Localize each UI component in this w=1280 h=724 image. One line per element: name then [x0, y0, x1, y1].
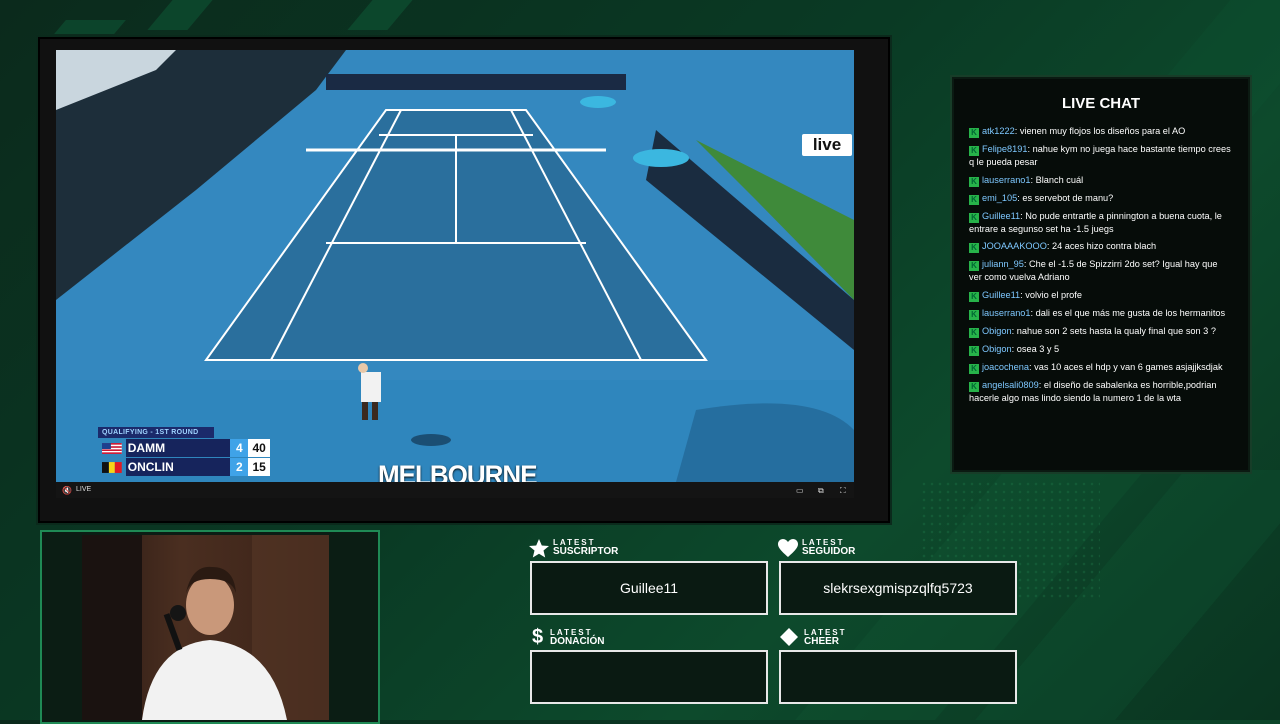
chat-user[interactable]: Guillee11 [982, 211, 1020, 221]
video-controls: 🔇 LIVE ▭ ⧉ ⛶ [56, 482, 854, 498]
chat-message: Katk1222: vienen muy flojos los diseños … [969, 125, 1231, 138]
subscriber-label: LATEST SUSCRIPTOR [553, 538, 618, 557]
chat-message: Klauserrano1: Blanch cuál [969, 174, 1231, 187]
scoreboard-round: QUALIFYING - 1ST ROUND [98, 427, 214, 438]
star-icon [529, 539, 549, 558]
latest-cheer-box [779, 650, 1017, 704]
chat-text: volvio el profe [1025, 289, 1082, 300]
latest-follower-box: slekrsexgmispzqlfq5723 [779, 561, 1017, 615]
chat-message: K Obigon: osea 3 y 5 [969, 343, 1231, 356]
captions-icon[interactable]: ▭ [796, 486, 804, 495]
player-name: DAMM [125, 439, 231, 457]
player-points: 40 [248, 439, 270, 457]
chat-text: vienen muy flojos los diseños para el AO [1019, 126, 1186, 136]
chat-user[interactable]: lauserrano1 [982, 308, 1031, 318]
chat-message: Klauserrano1: dali es el que más me gust… [969, 307, 1231, 320]
chat-text: 24 aces hizo contra blach [1051, 241, 1157, 251]
chat-text: osea 3 y 5 [1016, 343, 1060, 354]
dollar-icon: $ [532, 626, 544, 648]
broadcaster-logo: live [802, 134, 852, 156]
mute-icon[interactable]: 🔇 [62, 486, 72, 495]
chat-user[interactable]: Obigon [982, 344, 1012, 354]
badge-icon: K [969, 381, 979, 392]
belgium-flag-icon [102, 461, 122, 473]
chat-text: nahue son 2 sets hasta la qualy final qu… [1016, 325, 1216, 336]
player-sets: 2 [230, 458, 249, 476]
streamer-figure [82, 535, 329, 720]
badge-icon: K [969, 176, 979, 187]
chat-user[interactable]: juliann_95 [982, 259, 1024, 269]
badge-icon: K [969, 194, 979, 205]
chat-text: Blanch cuál [1035, 174, 1084, 185]
chat-user[interactable]: Guillee11 [982, 290, 1020, 300]
label-type: SEGUIDOR [802, 546, 856, 557]
chat-message: K Obigon: nahue son 2 sets hasta la qualy… [969, 325, 1231, 338]
chat-user[interactable]: emi_105 [982, 193, 1017, 203]
chat-title: LIVE CHAT [1061, 95, 1141, 112]
player-sets: 4 [230, 439, 249, 457]
scoreboard-row: DAMM 4 40 [98, 439, 270, 457]
chat-user[interactable]: lauserrano1 [982, 175, 1031, 185]
video-player[interactable]: live [56, 50, 854, 482]
chat-message: Kemi_105: es servebot de manu? [969, 192, 1231, 205]
chat-user[interactable]: angelsali0809 [982, 380, 1039, 390]
chat-message: K JOOAAAKOOO: 24 aces hizo contra blach [969, 240, 1231, 253]
label-type: CHEER [804, 636, 840, 647]
chat-message: Kjuliann_95: Che el -1.5 de Spizzirri 2d… [969, 259, 1218, 282]
live-chat-panel: LIVE CHAT Katk1222: vienen muy flojos lo… [950, 75, 1252, 474]
badge-icon: K [969, 243, 979, 253]
heart-icon [778, 539, 798, 557]
webcam-feed [82, 535, 329, 720]
chat-text: dali es el que más me gusta de los herma… [1035, 307, 1226, 318]
chat-message: Kjoacochena: vas 10 aces el hdp y van 6 … [969, 361, 1231, 374]
cheer-label: LATEST CHEER [804, 628, 847, 647]
player-points: 15 [248, 458, 270, 476]
latest-subscriber-box: Guillee11 [530, 561, 768, 615]
bg-stripe [54, 20, 126, 34]
bg-stripe [347, 0, 413, 30]
badge-icon: K [969, 363, 979, 374]
chat-messages: Katk1222: vienen muy flojos los diseños … [969, 125, 1231, 409]
badge-icon: K [969, 309, 979, 320]
live-indicator: LIVE [76, 486, 92, 493]
fullscreen-icon[interactable]: ⛶ [840, 486, 846, 496]
donation-label: LATEST DONACIÓN [550, 628, 604, 647]
diamond-icon [780, 628, 798, 646]
usa-flag-icon [102, 442, 122, 454]
player-name: ONCLIN [125, 458, 231, 476]
badge-icon: K [969, 212, 979, 223]
chat-text: es servebot de manu? [1022, 192, 1114, 203]
chat-message: Kangelsali0809: el diseño de sabalenka e… [969, 379, 1217, 403]
chat-message: K Felipe8191: nahue kym no juega hace bas… [969, 144, 1231, 167]
label-type: DONACIÓN [550, 636, 605, 647]
badge-icon: K [969, 128, 979, 138]
label-type: SUSCRIPTOR [553, 546, 619, 557]
badge-icon: K [969, 291, 979, 302]
chat-user[interactable]: JOOAAAKOOO [982, 241, 1047, 251]
scoreboard: QUALIFYING - 1ST ROUND DAMM 4 40 ONCLIN … [98, 427, 270, 476]
chat-message: K Guillee11: volvio el profe [969, 289, 1231, 302]
chat-text: vas 10 aces el hdp y van 6 games asjajjk… [1034, 361, 1223, 372]
chat-user[interactable]: atk1222 [982, 126, 1015, 136]
badge-icon: K [969, 327, 979, 338]
badge-icon: K [969, 345, 979, 356]
chat-message: K Guillee11: No pude entrartle a pinningt… [969, 210, 1222, 234]
tennis-court-scene [56, 50, 854, 482]
bg-stripe [147, 0, 213, 30]
chat-user[interactable]: Obigon [982, 326, 1012, 336]
pip-icon[interactable]: ⧉ [818, 486, 824, 496]
follower-label: LATEST SEGUIDOR [802, 538, 855, 557]
scoreboard-row: ONCLIN 2 15 [98, 458, 270, 476]
latest-donation-box [530, 650, 768, 704]
badge-icon: K [969, 261, 979, 271]
badge-icon: K [969, 146, 979, 156]
chat-user[interactable]: Felipe8191 [982, 144, 1027, 154]
chat-user[interactable]: joacochena [982, 362, 1029, 372]
